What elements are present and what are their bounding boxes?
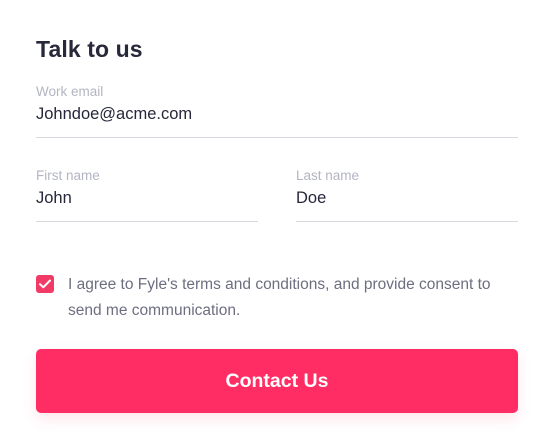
first-name-label: First name — [36, 168, 100, 183]
last-name-field[interactable]: Last name Doe — [296, 168, 518, 222]
form-title: Talk to us — [36, 36, 143, 62]
work-email-label: Work email — [36, 84, 104, 99]
contact-form-card: Talk to us Work email Johndoe@acme.com F… — [0, 0, 555, 444]
consent-checkbox[interactable] — [36, 275, 54, 293]
first-name-field[interactable]: First name John — [36, 168, 258, 222]
checkmark-icon — [39, 279, 51, 289]
consent-text: I agree to Fyle's terms and conditions, … — [68, 276, 491, 319]
work-email-input[interactable]: Johndoe@acme.com — [36, 104, 518, 124]
last-name-input[interactable]: Doe — [296, 188, 518, 208]
last-name-label: Last name — [296, 168, 360, 183]
consent-row: I agree to Fyle's terms and conditions, … — [36, 272, 518, 324]
contact-us-button[interactable]: Contact Us — [36, 349, 518, 413]
work-email-field[interactable]: Work email Johndoe@acme.com — [36, 84, 518, 138]
first-name-input[interactable]: John — [36, 188, 258, 208]
